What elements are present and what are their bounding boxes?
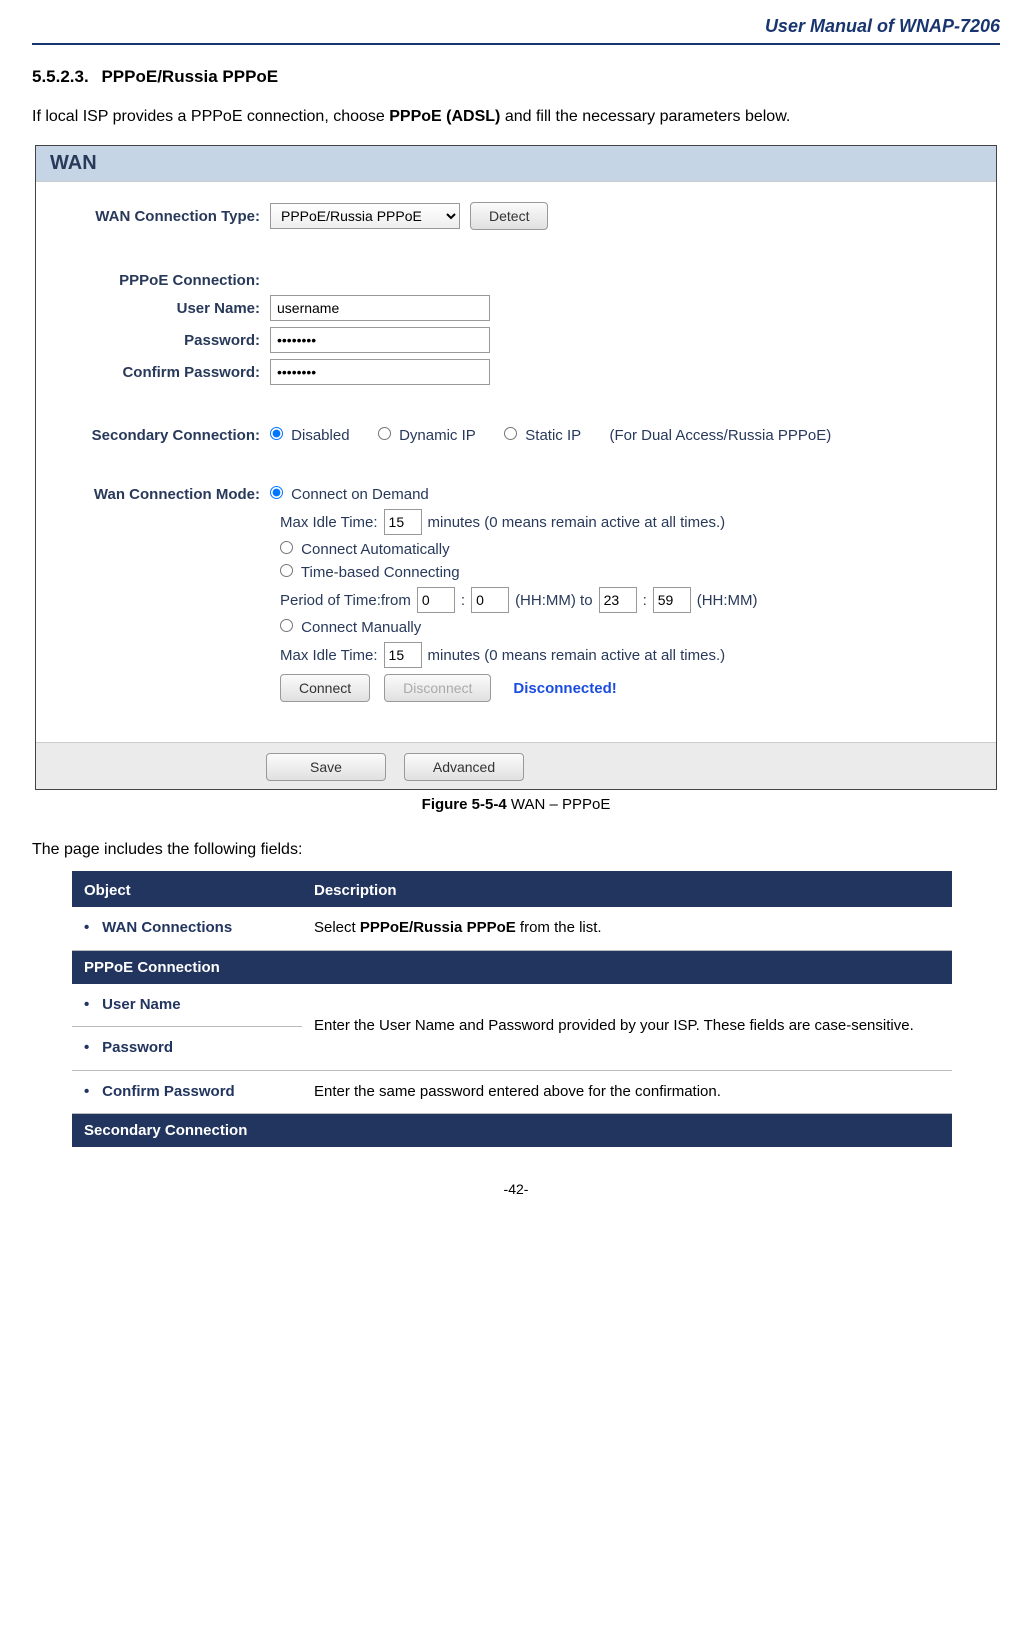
idle-row-1: Max Idle Time: minutes (0 means remain a… [280,509,982,535]
th-description: Description [302,873,952,908]
table-section-secondary: Secondary Connection [72,1114,952,1148]
period-h2[interactable] [599,587,637,613]
label-mode: Wan Connection Mode: [50,486,270,503]
radio-static[interactable] [504,427,517,440]
save-button[interactable]: Save [266,753,386,781]
radio-auto-wrap[interactable]: Connect Automatically [280,541,450,558]
radio-disabled[interactable] [270,427,283,440]
label-secondary: Secondary Connection: [50,427,270,444]
radio-on-demand-wrap[interactable]: Connect on Demand [270,486,429,503]
td-userpass-desc: Enter the User Name and Password provide… [302,984,952,1071]
idle-input-1[interactable] [384,509,422,535]
hhmm-1: (HH:MM) to [515,592,593,609]
period-m1[interactable] [471,587,509,613]
radio-manual-wrap[interactable]: Connect Manually [280,619,421,636]
th-object: Object [72,873,302,908]
fields-table: Object Description • WAN Connections Sel… [72,871,952,1147]
connect-button[interactable]: Connect [280,674,370,702]
idle-input-2[interactable] [384,642,422,668]
table-row: • User Name Enter the User Name and Pass… [72,984,952,1027]
idle-unit-1: minutes (0 means remain active at all ti… [428,514,726,531]
radio-disabled-wrap[interactable]: Disabled [270,427,350,444]
idle-label-2: Max Idle Time: [280,647,378,664]
section-heading: 5.5.2.3. PPPoE/Russia PPPoE [32,67,1000,87]
password-input[interactable] [270,327,490,353]
select-conn-type[interactable]: PPPoE/Russia PPPoE [270,203,460,229]
radio-dynamic[interactable] [378,427,391,440]
label-confirm: Confirm Password: [50,364,270,381]
table-header: Object Description [72,873,952,908]
td-username: User Name [102,996,180,1013]
period-h1[interactable] [417,587,455,613]
period-pre: Period of Time:from [280,592,411,609]
confirm-input[interactable] [270,359,490,385]
radio-on-demand[interactable] [270,486,283,499]
idle-row-2: Max Idle Time: minutes (0 means remain a… [280,642,982,668]
period-m2[interactable] [653,587,691,613]
table-row: • Confirm Password Enter the same passwo… [72,1070,952,1114]
label-pppoe-conn: PPPoE Connection: [50,272,270,289]
section-number: 5.5.2.3. [32,67,89,86]
radio-static-wrap[interactable]: Static IP [504,427,581,444]
colon-2: : [643,592,647,609]
fields-intro: The page includes the following fields: [32,841,1000,859]
label-conn-type: WAN Connection Type: [50,208,270,225]
td-confirm-desc: Enter the same password entered above fo… [302,1070,952,1114]
header-rule [32,43,1000,45]
hhmm-2: (HH:MM) [697,592,758,609]
label-password: Password: [50,332,270,349]
advanced-button[interactable]: Advanced [404,753,524,781]
radio-auto[interactable] [280,541,293,554]
label-username: User Name: [50,300,270,317]
idle-label-1: Max Idle Time: [280,514,378,531]
td-password: Password [102,1039,173,1056]
radio-time-based-wrap[interactable]: Time-based Connecting [280,564,460,581]
td-confirm: Confirm Password [102,1083,235,1100]
idle-unit-2: minutes (0 means remain active at all ti… [428,647,726,664]
username-input[interactable] [270,295,490,321]
wan-screenshot: WAN WAN Connection Type: PPPoE/Russia PP… [35,145,997,790]
table-section-pppoe: PPPoE Connection [72,950,952,984]
figure-caption: Figure 5-5-4 WAN – PPPoE [32,796,1000,813]
wan-panel-title: WAN [36,146,996,182]
td-wan-conn-desc: Select PPPoE/Russia PPPoE from the list. [302,907,952,950]
table-row: • WAN Connections Select PPPoE/Russia PP… [72,907,952,950]
manual-header: User Manual of WNAP-7206 [32,12,1000,43]
disconnect-button: Disconnect [384,674,491,702]
td-wan-conn: WAN Connections [102,919,232,936]
page-number: -42- [32,1181,1000,1197]
colon-1: : [461,592,465,609]
secondary-hint: (For Dual Access/Russia PPPoE) [609,427,831,444]
period-row: Period of Time:from : (HH:MM) to : (HH:M… [280,587,982,613]
radio-time-based[interactable] [280,564,293,577]
radio-manual[interactable] [280,619,293,632]
status-disconnected: Disconnected! [513,680,616,697]
bottom-toolbar: Save Advanced [36,742,996,789]
intro-paragraph: If local ISP provides a PPPoE connection… [32,105,1000,129]
section-title: PPPoE/Russia PPPoE [101,67,278,86]
radio-dynamic-wrap[interactable]: Dynamic IP [378,427,476,444]
detect-button[interactable]: Detect [470,202,548,230]
